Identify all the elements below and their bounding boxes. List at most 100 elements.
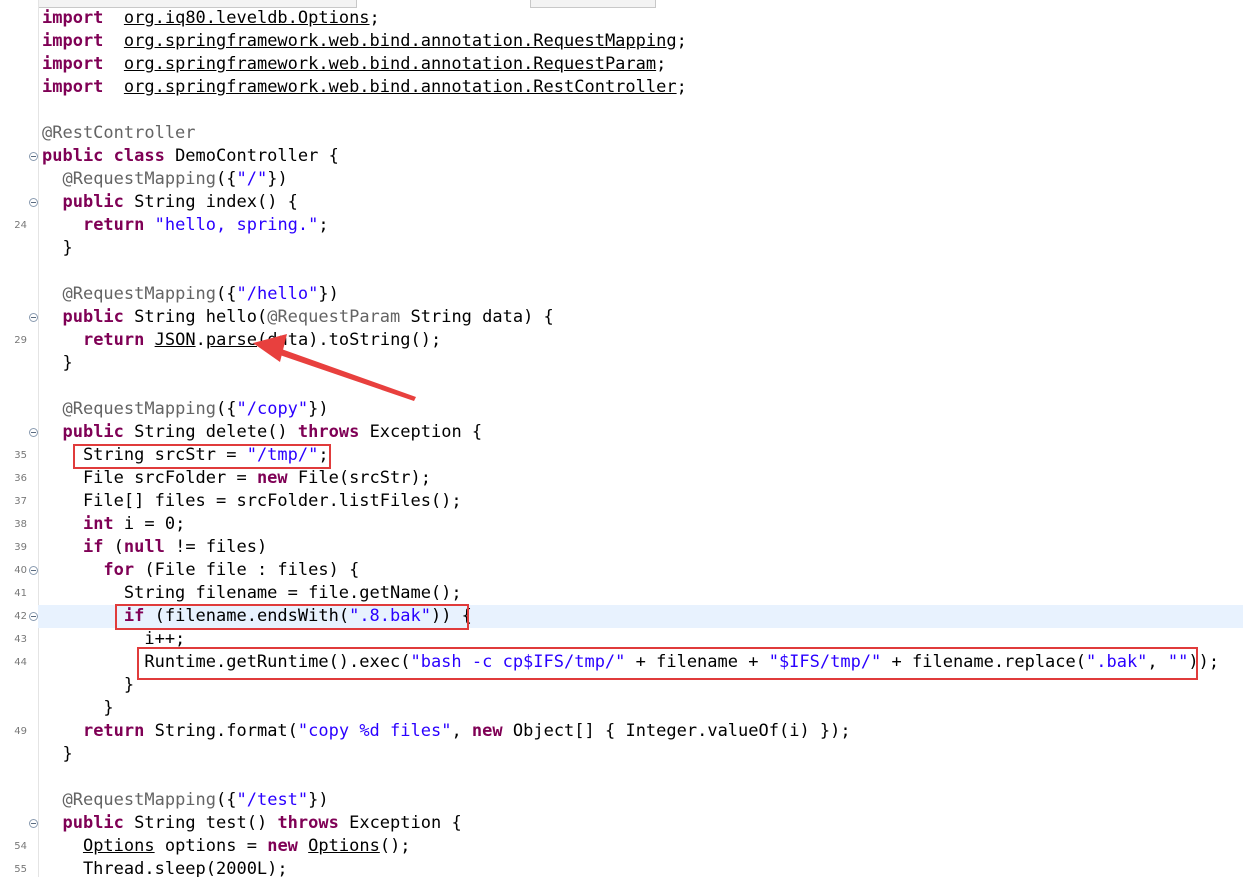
- line-number: 29: [14, 335, 27, 346]
- code-token: }): [308, 790, 329, 810]
- code-token: public: [62, 192, 124, 212]
- code-token: ({: [216, 284, 237, 304]
- fold-toggle-icon[interactable]: [29, 566, 38, 575]
- code-token: new: [267, 836, 298, 856]
- code-token: org.springframework.web.bind.annotation.…: [123, 54, 657, 74]
- code-token: (File file : files) {: [134, 560, 360, 580]
- code-line[interactable]: @RequestMapping({"/hello"}): [42, 283, 339, 306]
- code-token: }: [42, 698, 114, 718]
- code-token: }): [308, 399, 329, 419]
- code-editor[interactable]: 24 29 35 36 37 38 39 40 41 42 43 44 49 54 55 import or…: [0, 0, 1243, 877]
- code-line[interactable]: public String delete() throws Exception …: [42, 421, 482, 444]
- code-token: int: [82, 514, 114, 534]
- code-line[interactable]: import org.iq80.leveldb.Options;: [42, 7, 380, 30]
- code-line[interactable]: File[] files = srcFolder.listFiles();: [42, 490, 462, 513]
- code-line[interactable]: }: [42, 352, 72, 375]
- code-line[interactable]: public String hello(@RequestParam String…: [42, 306, 554, 329]
- fold-toggle-icon[interactable]: [29, 819, 38, 828]
- code-line[interactable]: if (null != files): [42, 536, 267, 559]
- code-token: File(srcStr);: [287, 468, 431, 488]
- code-line[interactable]: @RequestMapping({"/copy"}): [42, 398, 329, 421]
- code-token: Exception {: [359, 422, 483, 442]
- code-token: org.springframework.web.bind.annotation.…: [123, 31, 677, 51]
- code-token: Thread.sleep(2000L);: [42, 859, 288, 877]
- code-token: .: [195, 330, 206, 350]
- code-line[interactable]: Thread.sleep(2000L);: [42, 858, 288, 877]
- code-token: org.iq80.leveldb.Options: [123, 8, 370, 28]
- code-line[interactable]: @RequestMapping({"/test"}): [42, 789, 329, 812]
- code-line[interactable]: File srcFolder = new File(srcStr);: [42, 467, 431, 490]
- code-token: import: [42, 77, 104, 97]
- code-token: @RequestMapping: [62, 399, 217, 419]
- code-token: Exception {: [338, 813, 462, 833]
- code-token: for: [103, 560, 135, 580]
- code-token: Object[] { Integer.valueOf(i) });: [502, 721, 851, 741]
- code-token: }: [42, 744, 73, 764]
- code-line[interactable]: }: [42, 697, 114, 720]
- line-number-gutter: 24 29 35 36 37 38 39 40 41 42 43 44 49 54 55: [0, 0, 39, 877]
- code-token: "hello, spring.": [154, 215, 319, 235]
- fold-toggle-icon[interactable]: [29, 198, 38, 207]
- code-line[interactable]: return String.format("copy %d files", ne…: [42, 720, 851, 743]
- code-token: return: [82, 721, 145, 741]
- code-line[interactable]: }: [42, 674, 134, 697]
- code-token: ;: [656, 54, 667, 74]
- code-area[interactable]: import org.iq80.leveldb.Options; import o…: [38, 0, 1243, 877]
- code-line[interactable]: }: [42, 237, 72, 260]
- code-line[interactable]: import org.springframework.web.bind.anno…: [42, 30, 687, 53]
- code-line[interactable]: Options options = new Options();: [42, 835, 411, 858]
- code-token: }): [318, 284, 339, 304]
- line-number: 44: [14, 657, 27, 668]
- code-line[interactable]: return "hello, spring.";: [42, 214, 329, 237]
- code-line[interactable]: }: [42, 743, 73, 766]
- code-token: ({: [216, 790, 237, 810]
- code-line[interactable]: import org.springframework.web.bind.anno…: [42, 76, 687, 99]
- line-number: 40: [14, 565, 27, 576]
- code-token: }): [267, 169, 288, 189]
- code-line[interactable]: @RequestMapping({"/"}): [42, 168, 288, 191]
- code-token: String data) {: [400, 307, 554, 327]
- fold-toggle-icon[interactable]: [29, 152, 38, 161]
- code-token: != files): [164, 537, 268, 557]
- code-token: options =: [154, 836, 268, 856]
- code-line[interactable]: for (File file : files) {: [42, 559, 359, 582]
- code-token: @RequestMapping: [62, 790, 217, 810]
- code-line[interactable]: int i = 0;: [42, 513, 185, 536]
- code-line[interactable]: public class DemoController {: [42, 145, 339, 168]
- code-line[interactable]: @RestController: [42, 122, 196, 145]
- code-token: ();: [379, 836, 411, 856]
- fold-toggle-icon[interactable]: [29, 612, 38, 621]
- line-number: 41: [14, 588, 27, 599]
- code-line[interactable]: import org.springframework.web.bind.anno…: [42, 53, 666, 76]
- line-number: 24: [14, 220, 27, 231]
- code-token: "/": [236, 169, 268, 189]
- code-token: public class: [42, 146, 165, 166]
- fold-toggle-icon[interactable]: [29, 313, 38, 322]
- fold-toggle-icon[interactable]: [29, 428, 38, 437]
- code-line[interactable]: public String test() throws Exception {: [42, 812, 462, 835]
- highlight-box-endswith: [115, 604, 469, 630]
- highlight-box-srcstr: [73, 444, 331, 469]
- code-line[interactable]: public String index() {: [42, 191, 297, 214]
- code-line[interactable]: return JSON.parse(data).toString();: [42, 329, 441, 352]
- code-token: String delete(): [123, 422, 298, 442]
- code-token: "copy %d files": [297, 721, 452, 741]
- code-line[interactable]: String filename = file.getName();: [42, 582, 462, 605]
- code-token: String filename = file.getName();: [42, 583, 462, 603]
